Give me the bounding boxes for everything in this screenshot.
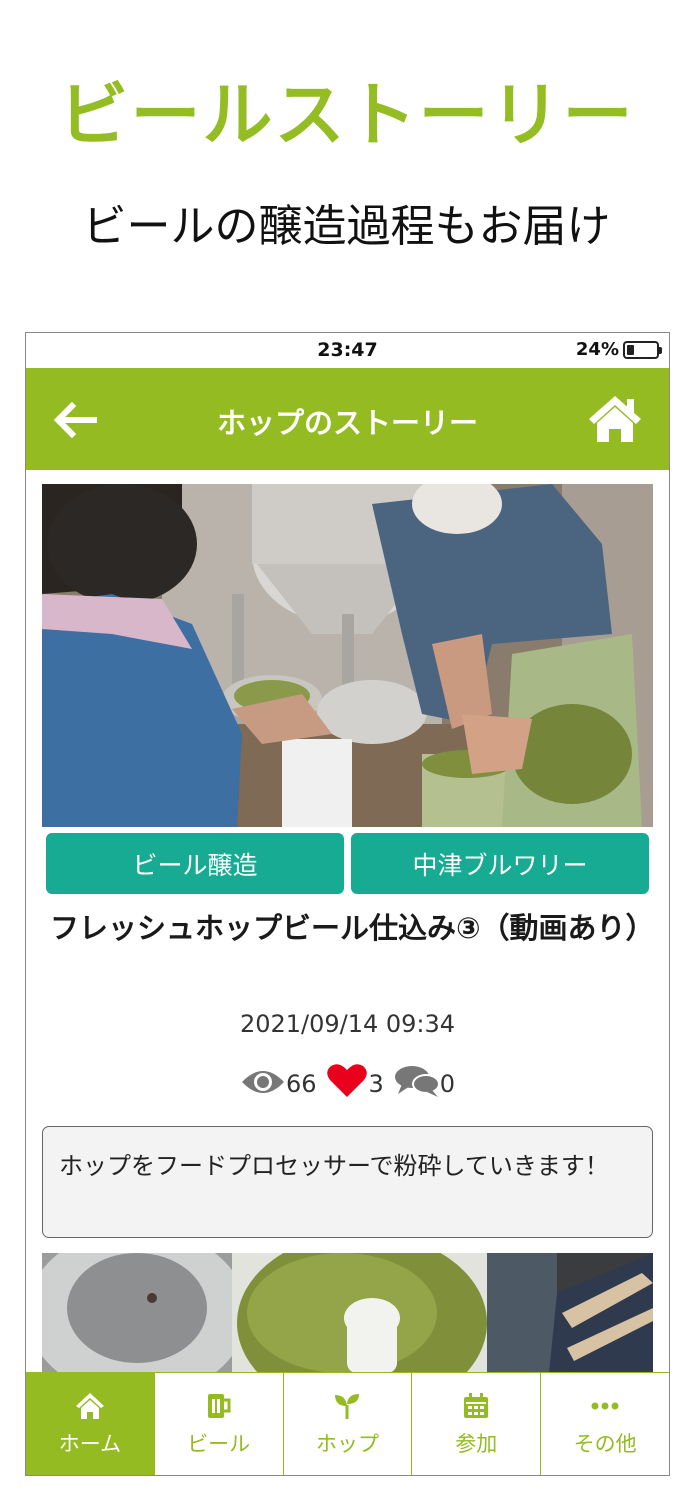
tab-beer[interactable]: ビール (155, 1373, 284, 1475)
phone-screen: 23:47 24% ホップのストーリー ビール醸造 中津ブルワリー フレッシュホ… (25, 332, 670, 1476)
heart-icon[interactable] (326, 1062, 368, 1098)
tab-hop-label: ホップ (315, 1432, 379, 1456)
food-processor-photo (42, 1253, 653, 1372)
comment-icon[interactable] (394, 1064, 440, 1098)
battery-status: 24% (575, 339, 662, 360)
tab-beer-label: ビール (187, 1432, 251, 1456)
battery-icon (623, 340, 662, 359)
battery-percent: 24% (575, 339, 619, 360)
likes-stat[interactable]: 3 (326, 1062, 384, 1098)
tab-home-label: ホーム (58, 1432, 122, 1456)
status-time: 23:47 (317, 339, 378, 361)
beer-mug-icon (207, 1394, 231, 1418)
home-icon[interactable] (587, 392, 643, 446)
tab-join[interactable]: 参加 (412, 1373, 542, 1475)
likes-count: 3 (368, 1070, 384, 1098)
post-content: ビール醸造 中津ブルワリー フレッシュホップビール仕込み③（動画あり） 2021… (26, 470, 669, 1372)
views-count: 66 (285, 1070, 317, 1098)
tab-more-label: その他 (573, 1432, 637, 1456)
sprout-icon (335, 1394, 360, 1419)
more-dots-icon (591, 1402, 619, 1410)
views-stat: 66 (240, 1066, 317, 1098)
post-message: ホップをフードプロセッサーで粉砕していきます！ (42, 1126, 653, 1238)
eye-icon (241, 1071, 284, 1093)
post-date: 2021/09/14 09:34 (239, 1010, 456, 1038)
post-title: フレッシュホップビール仕込み③（動画あり） (50, 911, 655, 945)
header-bar: ホップのストーリー (26, 368, 669, 470)
tab-home[interactable]: ホーム (26, 1373, 155, 1475)
tab-join-label: 参加 (455, 1432, 498, 1456)
comments-count: 0 (439, 1070, 456, 1098)
promo-title: ビールストーリー (58, 74, 635, 156)
post-stats: 66 3 0 (26, 1062, 669, 1098)
calendar-icon (464, 1393, 489, 1418)
tab-hop[interactable]: ホップ (284, 1373, 413, 1475)
promo-subtitle: ビールの醸造過程もお届け (82, 201, 611, 252)
page-title: ホップのストーリー (216, 406, 478, 440)
tag-nakatsu-brewery[interactable]: 中津ブルワリー (351, 833, 649, 894)
status-bar: 23:47 24% (26, 333, 669, 368)
tab-more[interactable]: その他 (541, 1373, 669, 1475)
tag-beer-brewing[interactable]: ビール醸造 (46, 833, 344, 894)
bottom-tab-bar: ホーム ビール ホップ 参加 その他 (26, 1372, 669, 1475)
tag-list: ビール醸造 中津ブルワリー (46, 833, 649, 894)
brewing-photo (42, 484, 653, 827)
comments-stat[interactable]: 0 (394, 1064, 455, 1098)
home-icon (75, 1393, 104, 1419)
